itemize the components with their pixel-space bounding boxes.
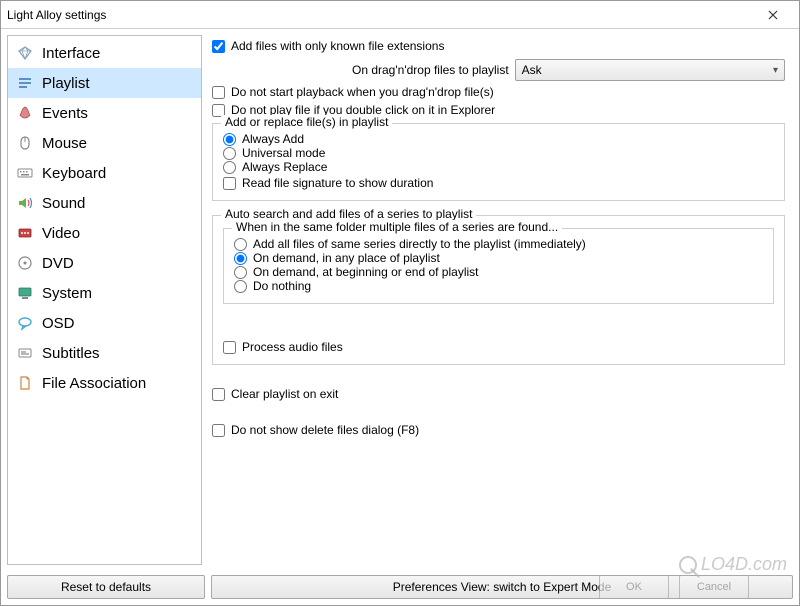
keyboard-icon (16, 164, 34, 182)
radio-on-demand-any[interactable]: On demand, in any place of playlist (234, 251, 763, 265)
system-icon (16, 284, 34, 302)
group-autosearch: Auto search and add files of a series to… (212, 215, 785, 365)
radio-add-all[interactable]: Add all files of same series directly to… (234, 237, 763, 251)
add-known-ext-label: Add files with only known file extension… (231, 39, 444, 53)
radio-always-add[interactable]: Always Add (223, 132, 774, 146)
video-icon (16, 224, 34, 242)
radio-always-replace[interactable]: Always Replace (223, 160, 774, 174)
content-pane: Add files with only known file extension… (208, 35, 793, 565)
sidebar-item-keyboard[interactable]: Keyboard (8, 158, 201, 188)
subgroup-series-found: When in the same folder multiple files o… (223, 228, 774, 304)
settings-window: Light Alloy settings Interface Playlist … (0, 0, 800, 606)
subgroup-series-title: When in the same folder multiple files o… (232, 220, 562, 234)
footer: Reset to defaults Preferences View: swit… (1, 571, 799, 605)
sidebar-item-subtitles[interactable]: Subtitles (8, 338, 201, 368)
dragdrop-label: On drag'n'drop files to playlist (352, 63, 509, 77)
no-start-playback-label: Do not start playback when you drag'n'dr… (231, 85, 494, 99)
close-icon (768, 10, 778, 20)
no-start-playback-checkbox[interactable]: Do not start playback when you drag'n'dr… (212, 85, 785, 99)
sidebar-item-label: Sound (42, 195, 85, 212)
sidebar-item-system[interactable]: System (8, 278, 201, 308)
close-button[interactable] (753, 2, 793, 28)
add-known-ext-input[interactable] (212, 40, 225, 53)
window-title: Light Alloy settings (7, 8, 753, 22)
sidebar-item-label: Video (42, 225, 80, 242)
group-autosearch-title: Auto search and add files of a series to… (221, 207, 476, 221)
sidebar-item-label: Events (42, 105, 88, 122)
group-add-replace-title: Add or replace file(s) in playlist (221, 115, 392, 129)
dragdrop-select[interactable]: Ask ▾ (515, 59, 785, 81)
sidebar-item-label: Keyboard (42, 165, 106, 182)
sidebar-item-interface[interactable]: Interface (8, 38, 201, 68)
mouse-icon (16, 134, 34, 152)
sidebar-item-dvd[interactable]: DVD (8, 248, 201, 278)
sidebar-item-label: Mouse (42, 135, 87, 152)
sidebar-item-label: OSD (42, 315, 75, 332)
sidebar-item-label: System (42, 285, 92, 302)
no-start-playback-input[interactable] (212, 86, 225, 99)
sidebar-item-label: DVD (42, 255, 74, 272)
playlist-icon (16, 74, 34, 92)
dvd-icon (16, 254, 34, 272)
radio-do-nothing[interactable]: Do nothing (234, 279, 763, 293)
reset-button[interactable]: Reset to defaults (7, 575, 205, 599)
radio-on-demand-ends[interactable]: On demand, at beginning or end of playli… (234, 265, 763, 279)
osd-icon (16, 314, 34, 332)
sidebar-item-label: Interface (42, 45, 100, 62)
sidebar: Interface Playlist Events Mouse Keyboard… (7, 35, 202, 565)
sidebar-item-label: Playlist (42, 75, 90, 92)
diamond-icon (16, 44, 34, 62)
sidebar-item-label: Subtitles (42, 345, 100, 362)
dragdrop-select-value: Ask (522, 63, 542, 77)
radio-universal-mode[interactable]: Universal mode (223, 146, 774, 160)
titlebar: Light Alloy settings (1, 1, 799, 29)
sidebar-item-video[interactable]: Video (8, 218, 201, 248)
add-known-ext-checkbox[interactable]: Add files with only known file extension… (212, 39, 785, 53)
sidebar-item-events[interactable]: Events (8, 98, 201, 128)
sidebar-item-sound[interactable]: Sound (8, 188, 201, 218)
fileassoc-icon (16, 374, 34, 392)
sidebar-item-mouse[interactable]: Mouse (8, 128, 201, 158)
chevron-down-icon: ▾ (773, 65, 778, 76)
group-add-replace: Add or replace file(s) in playlist Alway… (212, 123, 785, 201)
process-audio-checkbox[interactable]: Process audio files (223, 340, 343, 354)
read-signature-checkbox[interactable]: Read file signature to show duration (223, 176, 774, 190)
window-body: Interface Playlist Events Mouse Keyboard… (1, 29, 799, 571)
dragdrop-row: On drag'n'drop files to playlist Ask ▾ (212, 59, 785, 81)
sound-icon (16, 194, 34, 212)
no-delete-dialog-checkbox[interactable]: Do not show delete files dialog (F8) (212, 423, 785, 437)
expert-mode-button[interactable]: Preferences View: switch to Expert Mode (211, 575, 793, 599)
clear-on-exit-checkbox[interactable]: Clear playlist on exit (212, 387, 785, 401)
events-icon (16, 104, 34, 122)
subtitles-icon (16, 344, 34, 362)
sidebar-item-file-association[interactable]: File Association (8, 368, 201, 398)
sidebar-item-playlist[interactable]: Playlist (8, 68, 201, 98)
sidebar-item-osd[interactable]: OSD (8, 308, 201, 338)
sidebar-item-label: File Association (42, 375, 146, 392)
